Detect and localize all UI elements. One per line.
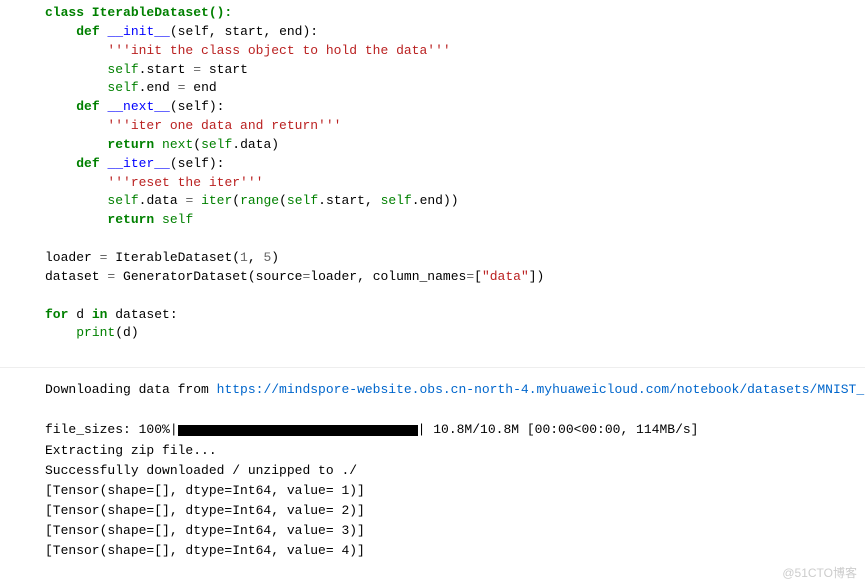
self-kw: self [154,212,193,227]
kw-def: def [76,99,99,114]
output-line: Extracting zip file... [45,441,865,461]
paren: ( [193,137,201,152]
bracket: ]) [529,269,545,284]
code-line: def __next__(self): [45,98,865,117]
comma: , [248,250,264,265]
tensor-output: [Tensor(shape=[], dtype=Int64, value= 2)… [45,501,865,521]
code-line: def __init__(self, start, end): [45,23,865,42]
attr: .end)) [412,193,459,208]
docstring: '''reset the iter''' [107,175,263,190]
tensor-output: [Tensor(shape=[], dtype=Int64, value= 1)… [45,481,865,501]
call: IterableDataset( [107,250,240,265]
tensor-output: [Tensor(shape=[], dtype=Int64, value= 3)… [45,521,865,541]
progress-bar [178,425,418,436]
var: loader [45,250,100,265]
attr: .data) [232,137,279,152]
func-name: __init__ [107,24,169,39]
var: dataset: [107,307,177,322]
progress-tail: | 10.8M/10.8M [00:00<00:00, 114MB/s] [418,422,699,437]
kw-def: def [76,156,99,171]
code-line [45,287,865,306]
self-kw: self [381,193,412,208]
output-line: file_sizes: 100%| | 10.8M/10.8M [00:00<00… [45,420,865,440]
builtin-print: print [76,325,115,340]
code-line: def __iter__(self): [45,155,865,174]
download-url: https://mindspore-website.obs.cn-north-4… [217,382,865,397]
output-line [45,400,865,420]
code-line: loader = IterableDataset(1, 5) [45,249,865,268]
attr: .end [139,80,178,95]
attr: .start [139,62,194,77]
string: "data" [482,269,529,284]
code-line: dataset = GeneratorDataset(source=loader… [45,268,865,287]
download-prefix: Downloading data from [45,382,217,397]
tensor-output: [Tensor(shape=[], dtype=Int64, value= 4)… [45,541,865,561]
code-line: '''iter one data and return''' [45,117,865,136]
progress-label: file_sizes: 100%| [45,422,178,437]
paren: ( [232,193,240,208]
func-name: __iter__ [107,156,169,171]
code-line: print(d) [45,324,865,343]
number: 1 [240,250,248,265]
call: GeneratorDataset(source [115,269,302,284]
func-name: __next__ [107,99,169,114]
var: end [185,80,216,95]
params: (self): [170,156,225,171]
builtin-range: range [240,193,279,208]
kw-in: in [92,307,108,322]
code-line: self.data = iter(range(self.start, self.… [45,192,865,211]
attr: .data [139,193,186,208]
output-line: Successfully downloaded / unzipped to ./ [45,461,865,481]
var: dataset [45,269,107,284]
self-kw: self [107,193,138,208]
code-line: return self [45,211,865,230]
var: start [201,62,248,77]
paren: ( [279,193,287,208]
code-block: class IterableDataset(): def __init__(se… [0,0,865,347]
docstring: '''iter one data and return''' [107,118,341,133]
watermark: @51CTO博客 [782,564,857,581]
kw-return: return [107,137,154,152]
var: d [68,307,91,322]
docstring: '''init the class object to hold the dat… [107,43,450,58]
params: (self, start, end): [170,24,318,39]
kw-return: return [107,212,154,227]
builtin-iter: iter [193,193,232,208]
code-line: self.start = start [45,61,865,80]
code-line [45,230,865,249]
builtin-next: next [154,137,193,152]
output-block: Downloading data from https://mindspore-… [0,367,865,573]
code-line: '''init the class object to hold the dat… [45,42,865,61]
kw-class: class IterableDataset(): [45,5,232,20]
op: = [466,269,474,284]
code-line: self.end = end [45,79,865,98]
self-kw: self [107,80,138,95]
self-kw: self [201,137,232,152]
paren: (d) [115,325,138,340]
bracket: [ [474,269,482,284]
paren: ) [271,250,279,265]
self-kw: self [287,193,318,208]
output-line: Downloading data from https://mindspore-… [45,380,865,400]
code-line: for d in dataset: [45,306,865,325]
params: (self): [170,99,225,114]
self-kw: self [107,62,138,77]
code-line: '''reset the iter''' [45,174,865,193]
attr: .start, [318,193,380,208]
code-line: return next(self.data) [45,136,865,155]
op: = [193,62,201,77]
code-line: class IterableDataset(): [45,4,865,23]
arg: loader, column_names [310,269,466,284]
kw-def: def [76,24,99,39]
kw-for: for [45,307,68,322]
